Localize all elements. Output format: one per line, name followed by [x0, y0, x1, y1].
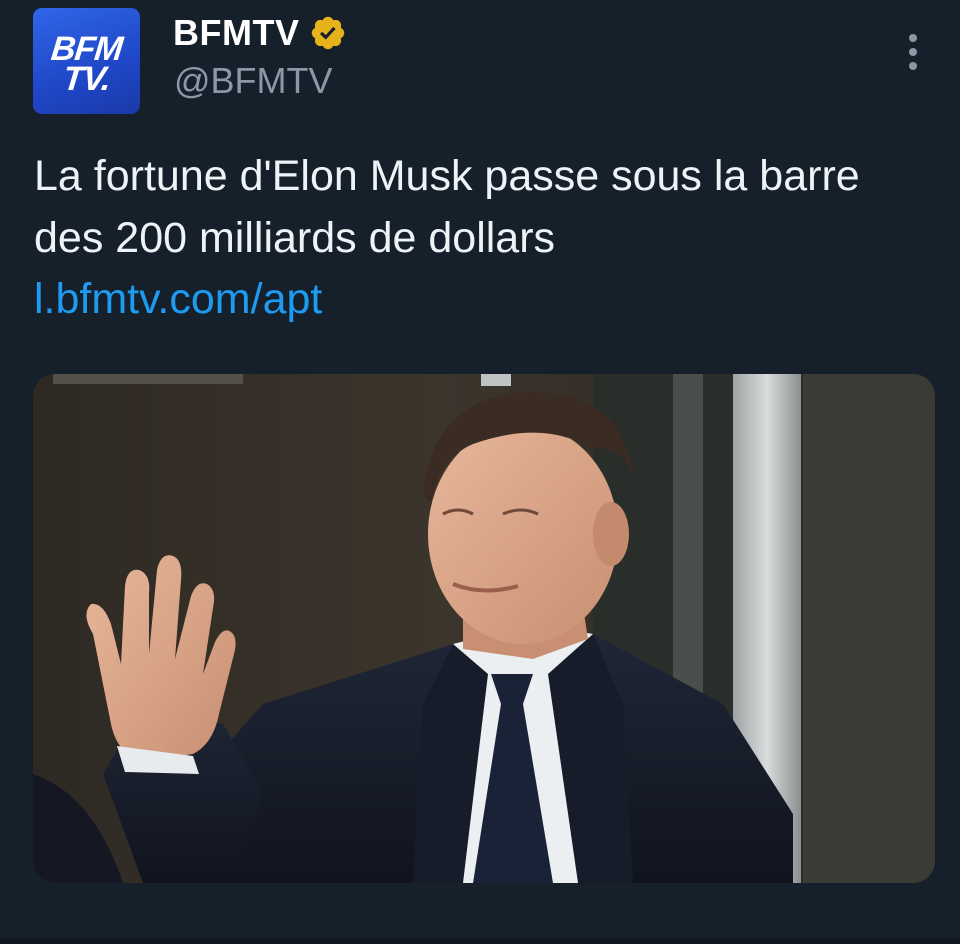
tweet-card[interactable]: BFM TV. BFMTV @BFMTV La fortune d'Elon M… — [0, 0, 960, 944]
author-handle[interactable]: @BFMTV — [174, 60, 333, 102]
tweet-link[interactable]: l.bfmtv.com/apt — [34, 268, 322, 330]
more-vertical-icon[interactable] — [900, 30, 926, 74]
more-dot — [909, 34, 917, 42]
author-display-name[interactable]: BFMTV — [173, 12, 299, 54]
photo-illustration — [33, 374, 935, 883]
author-name-row: BFMTV — [173, 12, 347, 54]
bottom-divider — [0, 938, 960, 944]
avatar[interactable]: BFM TV. — [33, 8, 140, 114]
avatar-logo-line-2: TV. — [61, 60, 112, 98]
verified-badge-icon[interactable] — [309, 14, 347, 52]
more-dot — [909, 62, 917, 70]
tweet-media-photo[interactable] — [33, 374, 935, 883]
tweet-text: La fortune d'Elon Musk passe sous la bar… — [34, 152, 860, 262]
more-dot — [909, 48, 917, 56]
